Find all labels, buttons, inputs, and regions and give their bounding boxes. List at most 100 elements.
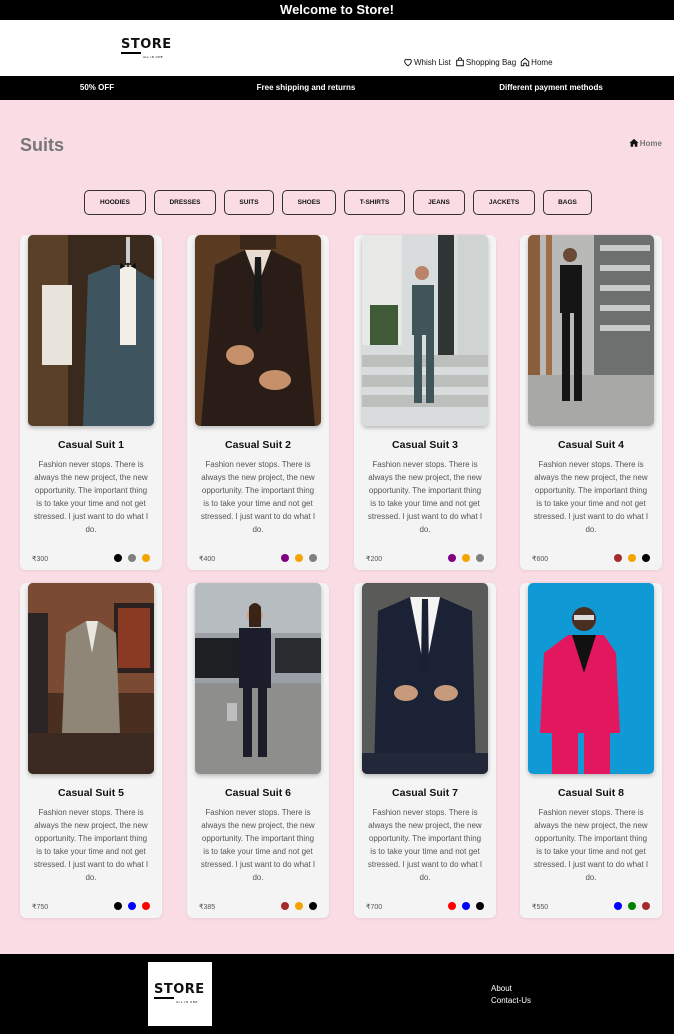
color-swatch[interactable] [448, 902, 456, 910]
breadcrumb-home: Home [639, 138, 662, 148]
color-swatch[interactable] [614, 902, 622, 910]
color-swatch[interactable] [476, 902, 484, 910]
category-shoes[interactable]: SHOES [282, 190, 336, 215]
product-card[interactable]: Casual Suit 5 Fashion never stops. There… [20, 583, 162, 918]
promo-bar: 50% OFF Free shipping and returns Differ… [0, 76, 674, 100]
product-image[interactable] [195, 583, 321, 774]
color-options [614, 902, 650, 910]
product-price: ₹550 [532, 904, 549, 911]
category-dresses[interactable]: DRESSES [154, 190, 216, 215]
product-description: Fashion never stops. There is always the… [200, 460, 316, 534]
color-swatch[interactable] [142, 902, 150, 910]
welcome-banner: Welcome to Store! [0, 0, 674, 20]
color-swatch[interactable] [309, 902, 317, 910]
product-price: ₹750 [32, 904, 49, 911]
header-nav: Whish List Shopping Bag Home [403, 57, 557, 67]
color-swatch[interactable] [281, 902, 289, 910]
product-price: ₹700 [366, 904, 383, 911]
color-options [114, 902, 150, 910]
category-jackets[interactable]: JACKETS [473, 190, 535, 215]
product-title: Casual Suit 4 [558, 439, 624, 451]
product-card[interactable]: Casual Suit 3 Fashion never stops. There… [354, 235, 496, 570]
color-swatch[interactable] [114, 554, 122, 562]
wishlist-label: Whish List [414, 57, 451, 67]
product-card[interactable]: Casual Suit 2 Fashion never stops. There… [187, 235, 329, 570]
color-swatch[interactable] [448, 554, 456, 562]
color-swatch[interactable] [114, 902, 122, 910]
breadcrumb[interactable]: Home [629, 138, 662, 148]
footer-link-about[interactable]: About [491, 983, 531, 995]
product-image[interactable] [195, 235, 321, 426]
product-price: ₹385 [199, 904, 216, 911]
color-swatch[interactable] [462, 902, 470, 910]
product-card[interactable]: Casual Suit 7 Fashion never stops. There… [354, 583, 496, 918]
product-image[interactable] [362, 235, 488, 426]
logo-text: STORE [121, 37, 172, 52]
color-swatch[interactable] [295, 554, 303, 562]
product-description: Fashion never stops. There is always the… [33, 808, 149, 882]
color-swatch[interactable] [281, 554, 289, 562]
product-description: Fashion never stops. There is always the… [533, 808, 649, 882]
product-title: Casual Suit 7 [392, 787, 458, 799]
color-swatch[interactable] [128, 554, 136, 562]
product-title: Casual Suit 5 [58, 787, 124, 799]
color-swatch[interactable] [628, 554, 636, 562]
product-card[interactable]: Casual Suit 6 Fashion never stops. There… [187, 583, 329, 918]
color-swatch[interactable] [462, 554, 470, 562]
wishlist-link[interactable]: Whish List [403, 57, 451, 67]
product-description: Fashion never stops. There is always the… [367, 808, 483, 882]
product-description: Fashion never stops. There is always the… [533, 460, 649, 534]
shopping-bag-link[interactable]: Shopping Bag [455, 57, 516, 67]
color-options [448, 902, 484, 910]
site-footer: STORE ALL IN ONE About Contact-Us [0, 954, 674, 1034]
store-logo[interactable]: STORE ALL IN ONE [121, 38, 172, 64]
color-swatch[interactable] [476, 554, 484, 562]
product-title: Casual Suit 3 [392, 439, 458, 451]
color-swatch[interactable] [614, 554, 622, 562]
title-bar: Suits Home [0, 100, 674, 190]
product-title: Casual Suit 8 [558, 787, 624, 799]
home-icon [520, 57, 530, 67]
product-description: Fashion never stops. There is always the… [367, 460, 483, 534]
product-card[interactable]: Casual Suit 8 Fashion never stops. There… [520, 583, 662, 918]
product-image[interactable] [362, 583, 488, 774]
product-price: ₹300 [32, 556, 49, 563]
product-image[interactable] [28, 235, 154, 426]
product-card[interactable]: Casual Suit 4 Fashion never stops. There… [520, 235, 662, 570]
promo-payment: Different payment methods [499, 83, 603, 92]
product-price: ₹600 [532, 556, 549, 563]
category-tshirts[interactable]: T-SHIRTS [344, 190, 405, 215]
footer-link-contact[interactable]: Contact-Us [491, 995, 531, 1007]
product-image[interactable] [528, 583, 654, 774]
color-options [281, 554, 317, 562]
color-swatch[interactable] [628, 902, 636, 910]
product-image[interactable] [28, 583, 154, 774]
product-price: ₹400 [199, 556, 216, 563]
promo-discount: 50% OFF [79, 83, 115, 92]
color-swatch[interactable] [142, 554, 150, 562]
color-swatch[interactable] [309, 554, 317, 562]
product-card[interactable]: Casual Suit 1 Fashion never stops. There… [20, 235, 162, 570]
product-price: ₹200 [366, 556, 383, 563]
category-hoodies[interactable]: HOODIES [84, 190, 146, 215]
footer-links: About Contact-Us [491, 983, 531, 1007]
product-image[interactable] [528, 235, 654, 426]
home-icon [629, 138, 639, 147]
category-bags[interactable]: BAGS [543, 190, 592, 215]
home-link[interactable]: Home [520, 57, 553, 67]
category-jeans[interactable]: JEANS [413, 190, 465, 215]
color-options [614, 554, 650, 562]
color-swatch[interactable] [642, 902, 650, 910]
color-swatch[interactable] [128, 902, 136, 910]
color-swatch[interactable] [295, 902, 303, 910]
color-swatch[interactable] [642, 554, 650, 562]
bag-icon [456, 57, 464, 67]
category-suits[interactable]: SUITS [224, 190, 274, 215]
page-title: Suits [20, 135, 65, 155]
logo-tagline: ALL IN ONE [143, 55, 163, 59]
heart-icon [404, 58, 412, 67]
product-title: Casual Suit 1 [58, 439, 124, 451]
home-label: Home [531, 57, 553, 67]
product-title: Casual Suit 2 [225, 439, 291, 451]
footer-logo[interactable]: STORE ALL IN ONE [148, 962, 212, 1026]
